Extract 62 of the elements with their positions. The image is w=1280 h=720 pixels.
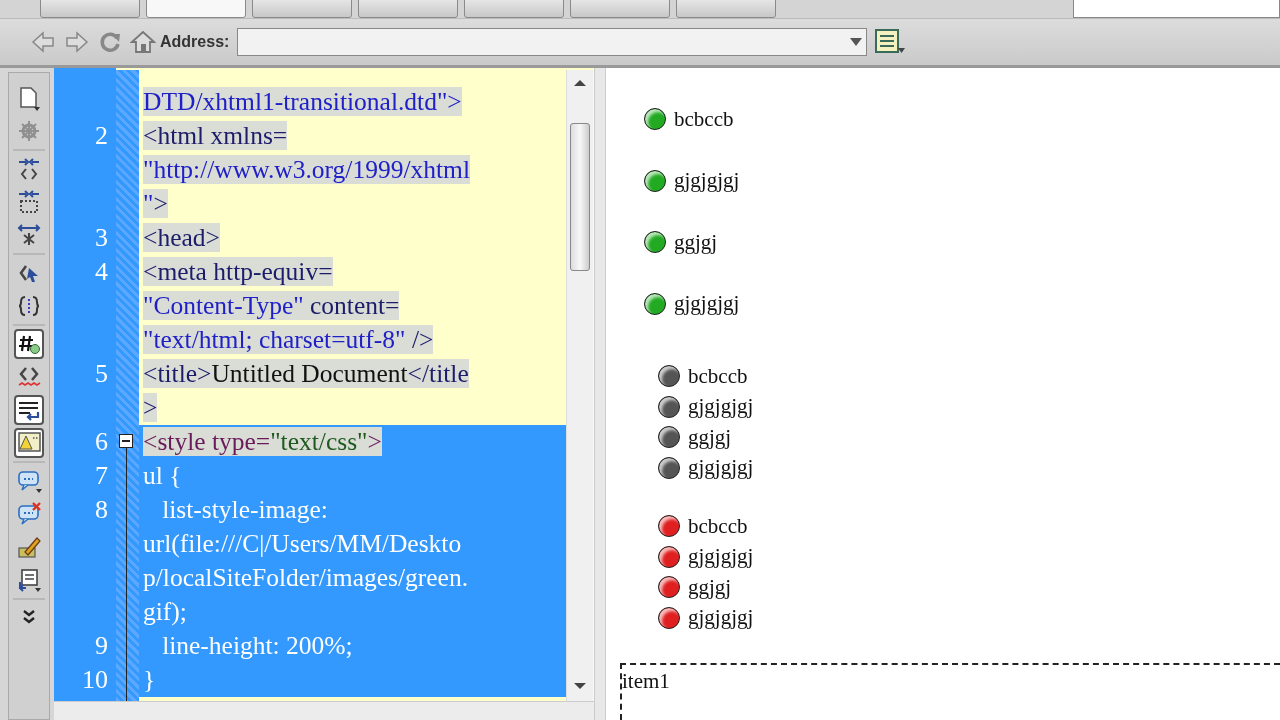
code-text: "Content-Type" content= — [143, 291, 400, 320]
forward-icon[interactable] — [64, 30, 90, 54]
list-item: ggjgj — [674, 229, 718, 255]
list-item: gjgjgjgj — [688, 605, 754, 631]
line-number: 10 — [82, 665, 108, 694]
code-text: p/localSiteFolder/images/green. — [143, 563, 469, 592]
code-text: "http://www.w3.org/1999/xhtml — [143, 155, 471, 184]
toolbar-button[interactable] — [464, 0, 564, 18]
toolbar-button[interactable] — [358, 0, 458, 18]
line-number: 4 — [95, 257, 108, 286]
list-item: gjgjgjgj — [674, 291, 740, 317]
warning-icon[interactable] — [14, 428, 44, 458]
collapse-icon[interactable] — [119, 434, 133, 448]
address-label: Address: — [160, 33, 230, 51]
line-number: 8 — [95, 495, 108, 524]
code-text: <meta http-equiv= — [143, 257, 333, 286]
refresh-icon[interactable] — [98, 30, 122, 54]
list-item: gjgjgjgj — [688, 455, 754, 481]
list-item: bcbccb — [674, 106, 734, 132]
list-item: bcbccb — [688, 513, 748, 539]
line-number: 7 — [95, 461, 108, 490]
code-text: "> — [143, 189, 168, 218]
line-number: 9 — [95, 631, 108, 660]
toolbar-button[interactable] — [146, 0, 246, 18]
toolbar-button[interactable] — [252, 0, 352, 18]
vertical-scrollbar[interactable] — [566, 70, 593, 701]
code-text: gif); — [143, 597, 187, 626]
code-text: > — [143, 393, 158, 422]
toolbar-button[interactable] — [40, 0, 140, 18]
code-text: <title>Untitled Document</title — [143, 359, 469, 388]
line-number: 2 — [95, 121, 108, 150]
list-item: ggjgj — [688, 424, 732, 450]
dropdown-icon[interactable] — [850, 38, 863, 46]
horizontal-scrollbar[interactable] — [54, 701, 594, 720]
code-text: url(file:///C|/Users/MM/Deskto — [143, 529, 462, 558]
list-item: ggjgj — [688, 574, 732, 600]
hash-icon[interactable] — [14, 329, 44, 359]
list-item: gjgjgjgj — [674, 168, 740, 194]
code-text: } — [143, 665, 156, 694]
list-view-icon[interactable] — [875, 29, 906, 55]
code-text: <html xmlns= — [143, 121, 288, 150]
wrap-icon[interactable] — [14, 395, 44, 425]
title-field[interactable] — [1073, 0, 1280, 18]
code-text: <head> — [143, 223, 220, 252]
code-text: line-height: 200%; — [161, 631, 353, 660]
line-number: 5 — [95, 359, 108, 388]
code-text: ul { — [143, 461, 182, 490]
list-item: bcbccb — [688, 363, 748, 389]
code-text: "text/html; charset=utf-8" /> — [143, 325, 434, 354]
address-field[interactable] — [237, 28, 868, 56]
line-number: 6 — [95, 427, 108, 456]
div-text: item1 — [622, 669, 670, 693]
home-icon[interactable] — [130, 30, 156, 54]
code-text: list-style-image: — [161, 495, 328, 524]
list-item: gjgjgjgj — [688, 544, 754, 570]
code-text: <style type="text/css"> — [143, 427, 382, 456]
toolbar-button[interactable] — [570, 0, 670, 18]
back-icon[interactable] — [30, 30, 56, 54]
list-item: gjgjgjgj — [688, 394, 754, 420]
code-text: DTD/xhtml1-transitional.dtd"> — [143, 87, 462, 116]
toolbar-button[interactable] — [676, 0, 776, 18]
line-number: 3 — [95, 223, 108, 252]
